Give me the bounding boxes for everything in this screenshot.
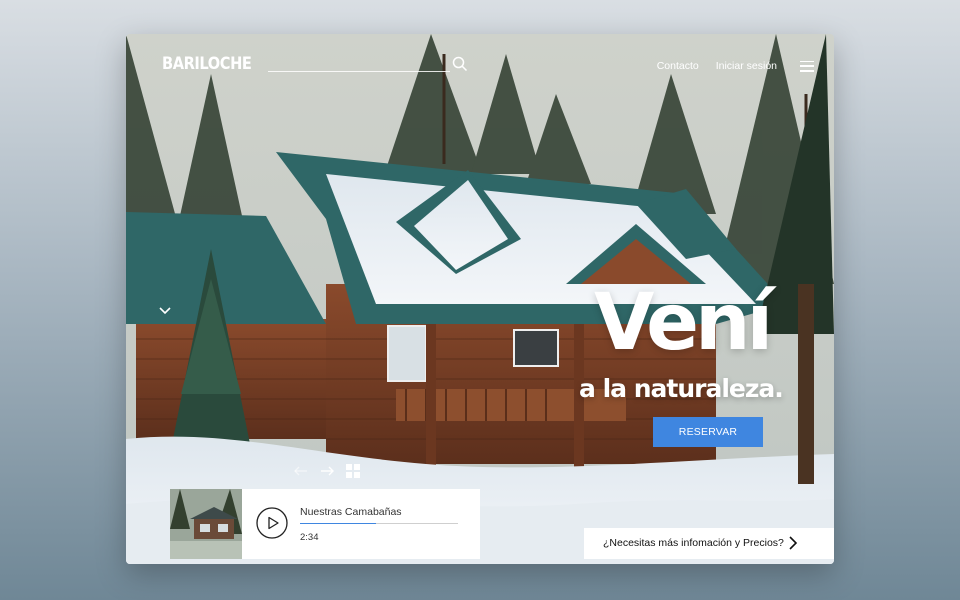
- search-icon[interactable]: [452, 56, 468, 72]
- grid-icon[interactable]: [346, 464, 360, 478]
- hamburger-menu-icon[interactable]: [800, 60, 814, 72]
- chevron-down-icon[interactable]: [158, 304, 172, 318]
- info-pricing-bar[interactable]: ¿Necesitas más infomación y Precios?: [584, 528, 834, 559]
- search-bar[interactable]: [268, 56, 468, 72]
- top-nav: Contacto Iniciar sesión: [657, 60, 814, 72]
- brand-logo[interactable]: BARILOCHE: [162, 54, 252, 74]
- hero-subtitle: a la naturaleza.: [579, 374, 784, 403]
- hero-frame: BARILOCHE Contacto Iniciar sesión Vení a…: [126, 34, 834, 564]
- video-progress-bar[interactable]: [300, 523, 458, 524]
- info-pricing-label: ¿Necesitas más infomación y Precios?: [603, 537, 784, 549]
- video-thumbnail[interactable]: [170, 489, 242, 559]
- nav-link-contacto[interactable]: Contacto: [657, 60, 699, 72]
- video-card[interactable]: Nuestras Camabañas 2:34: [242, 489, 480, 559]
- reservar-button[interactable]: RESERVAR: [653, 417, 763, 447]
- carousel-controls: [294, 464, 360, 478]
- search-input[interactable]: [268, 56, 444, 70]
- video-progress-fill: [300, 523, 376, 524]
- video-title: Nuestras Camabañas: [300, 506, 402, 518]
- search-underline: [268, 71, 450, 72]
- arrow-right-icon[interactable]: [320, 464, 334, 478]
- nav-link-iniciar-sesion[interactable]: Iniciar sesión: [716, 60, 777, 72]
- chevron-right-icon[interactable]: [786, 536, 800, 550]
- play-icon[interactable]: [256, 507, 288, 539]
- hero-title: Vení: [594, 278, 773, 368]
- video-duration: 2:34: [300, 532, 319, 543]
- arrow-left-icon[interactable]: [294, 464, 308, 478]
